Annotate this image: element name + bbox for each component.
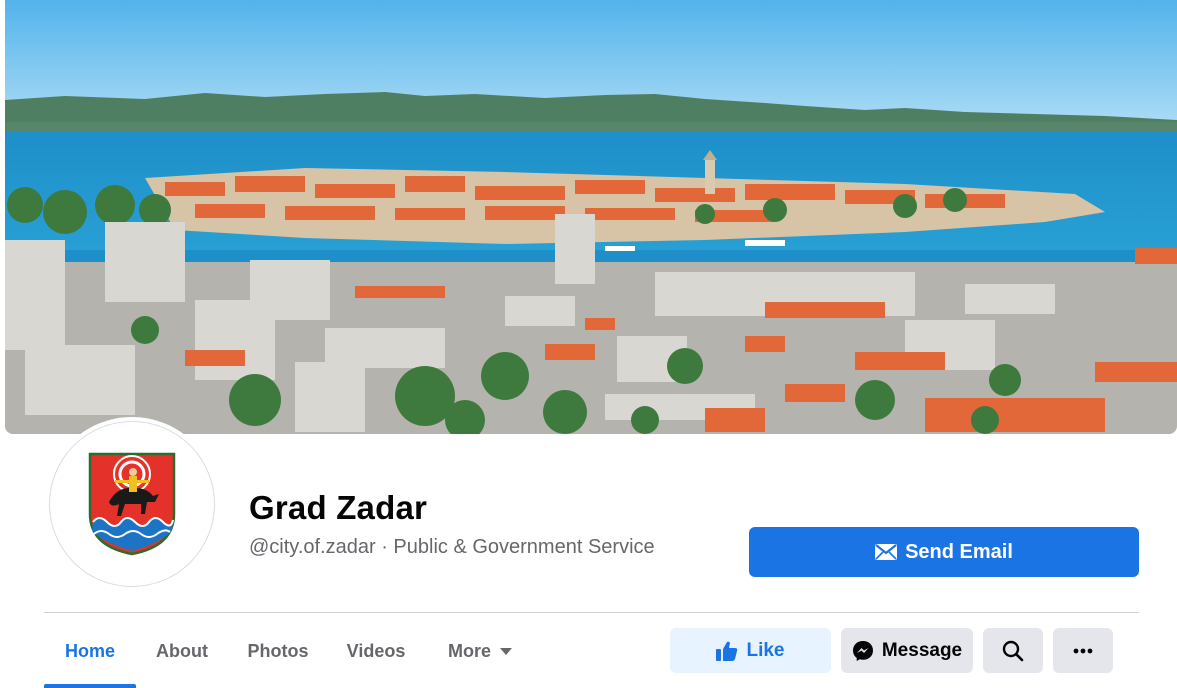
- message-label: Message: [881, 639, 963, 661]
- tab-home[interactable]: Home: [44, 614, 136, 688]
- search-button[interactable]: [983, 628, 1043, 673]
- tab-videos[interactable]: Videos: [328, 614, 424, 688]
- subtitle-separator: ·: [375, 536, 394, 558]
- zadar-coat-of-arms-icon: [88, 452, 176, 556]
- tab-about[interactable]: About: [136, 614, 228, 688]
- send-email-button[interactable]: Send Email: [749, 527, 1139, 577]
- page-title: Grad Zadar: [249, 489, 428, 526]
- like-button[interactable]: Like: [670, 628, 831, 673]
- tab-photos[interactable]: Photos: [228, 614, 328, 688]
- tab-label: Photos: [247, 640, 309, 661]
- tab-label: Home: [64, 640, 115, 661]
- search-icon: [1002, 640, 1024, 661]
- cover-photo-panorama: [5, 0, 1177, 434]
- page-subtitle: @city.of.zadar · Public & Government Ser…: [249, 536, 655, 559]
- tab-more[interactable]: More: [424, 614, 536, 688]
- caret-down-icon: [500, 647, 512, 655]
- page-handle: @city.of.zadar: [249, 536, 376, 558]
- more-options-button[interactable]: [1053, 628, 1113, 673]
- send-email-label: Send Email: [905, 540, 1013, 563]
- tab-label: About: [156, 640, 208, 661]
- cover-photo[interactable]: [5, 0, 1177, 434]
- page-avatar[interactable]: [49, 421, 215, 587]
- envelope-icon: [875, 544, 898, 560]
- header-divider: [44, 612, 1139, 613]
- messenger-icon: [852, 640, 873, 661]
- tab-label: Videos: [346, 640, 406, 661]
- page-category[interactable]: Public & Government Service: [393, 536, 654, 558]
- page-tabs: Home About Photos Videos More: [44, 614, 536, 688]
- more-dots-icon: [1073, 648, 1093, 653]
- message-button[interactable]: Message: [841, 628, 973, 673]
- tab-label: More: [447, 640, 491, 661]
- like-label: Like: [746, 639, 785, 661]
- thumbs-up-icon: [716, 641, 738, 661]
